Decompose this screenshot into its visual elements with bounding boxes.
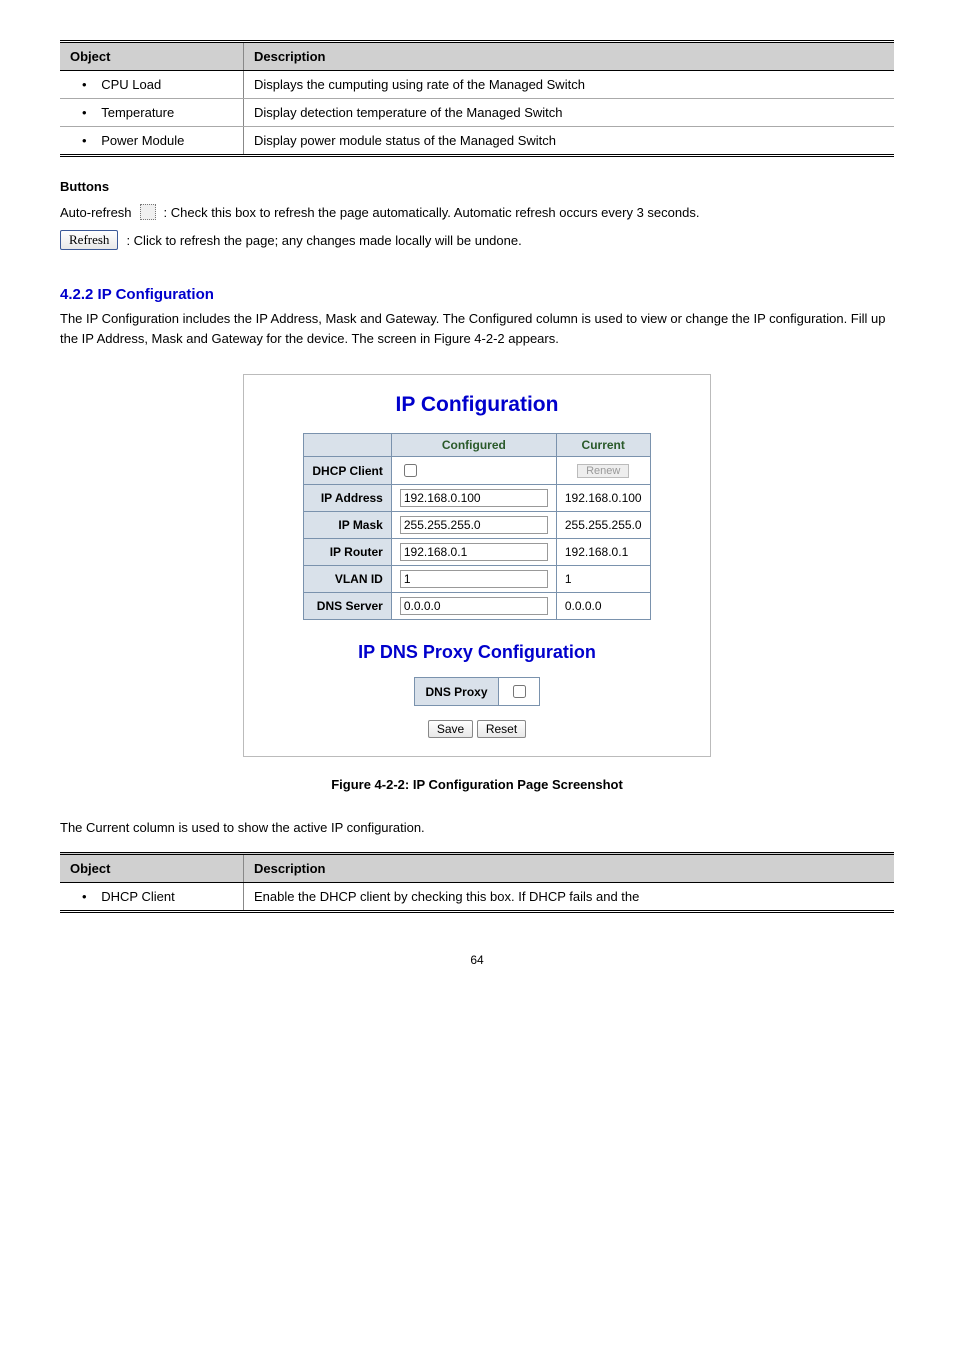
table-row-desc: Display detection temperature of the Man… bbox=[243, 99, 894, 127]
top-parameter-table: Object Description • CPU Load Displays t… bbox=[60, 40, 894, 157]
table-row-desc: Display power module status of the Manag… bbox=[243, 127, 894, 156]
top-table-header-object: Object bbox=[60, 42, 243, 71]
top-table-header-description: Description bbox=[243, 42, 894, 71]
row-label-dns-server: DNS Server bbox=[304, 593, 391, 620]
ip-config-table: Configured Current DHCP Client Renew IP … bbox=[303, 433, 650, 620]
table-row-object: • Temperature bbox=[60, 99, 243, 127]
row-label-vlan-id: VLAN ID bbox=[304, 566, 391, 593]
ip-mask-input[interactable] bbox=[400, 516, 548, 534]
dhcp-client-checkbox[interactable] bbox=[404, 464, 417, 477]
ipcfg-header-configured: Configured bbox=[391, 434, 556, 457]
reset-button[interactable]: Reset bbox=[477, 720, 526, 738]
figure-caption: Figure 4-2-2: IP Configuration Page Scre… bbox=[60, 777, 894, 792]
row-label-ip-address: IP Address bbox=[304, 485, 391, 512]
page-number: 64 bbox=[60, 953, 894, 967]
row-label-ip-router: IP Router bbox=[304, 539, 391, 566]
ipcfg-header-blank bbox=[304, 434, 391, 457]
ip-address-current: 192.168.0.100 bbox=[556, 485, 650, 512]
bottom-table-header-object: Object bbox=[60, 853, 243, 882]
dns-proxy-checkbox[interactable] bbox=[513, 685, 526, 698]
table-row-object: • DHCP Client bbox=[60, 882, 243, 911]
table-row-desc: Enable the DHCP client by checking this … bbox=[243, 882, 894, 911]
renew-button[interactable]: Renew bbox=[577, 464, 629, 478]
auto-refresh-prefix: Auto-refresh bbox=[60, 205, 132, 220]
auto-refresh-suffix: : Check this box to refresh the page aut… bbox=[164, 205, 700, 220]
row-label-ip-mask: IP Mask bbox=[304, 512, 391, 539]
refresh-button-graphic: Refresh bbox=[60, 230, 118, 250]
bottom-table-header-description: Description bbox=[243, 853, 894, 882]
ip-router-input[interactable] bbox=[400, 543, 548, 561]
vlan-id-current: 1 bbox=[556, 566, 650, 593]
ip-address-input[interactable] bbox=[400, 489, 548, 507]
current-column-paragraph: The Current column is used to show the a… bbox=[60, 818, 894, 838]
table-row-desc: Displays the cumputing using rate of the… bbox=[243, 71, 894, 99]
table-row-object: • Power Module bbox=[60, 127, 243, 156]
table-row-object: • CPU Load bbox=[60, 71, 243, 99]
ip-router-current: 192.168.0.1 bbox=[556, 539, 650, 566]
figure-title-dns-proxy: IP DNS Proxy Configuration bbox=[272, 642, 682, 663]
vlan-id-input[interactable] bbox=[400, 570, 548, 588]
buttons-heading: Buttons bbox=[60, 179, 894, 194]
section-paragraph: The IP Configuration includes the IP Add… bbox=[60, 309, 894, 348]
bottom-parameter-table: Object Description • DHCP Client Enable … bbox=[60, 852, 894, 913]
dns-server-input[interactable] bbox=[400, 597, 548, 615]
auto-refresh-line: Auto-refresh : Check this box to refresh… bbox=[60, 204, 894, 220]
dns-server-current: 0.0.0.0 bbox=[556, 593, 650, 620]
dns-proxy-label: DNS Proxy bbox=[415, 678, 498, 706]
refresh-suffix: : Click to refresh the page; any changes… bbox=[126, 233, 521, 248]
section-title: 4.2.2 IP Configuration bbox=[60, 286, 894, 303]
dns-proxy-table: DNS Proxy bbox=[414, 677, 539, 706]
save-button[interactable]: Save bbox=[428, 720, 473, 738]
ipcfg-header-current: Current bbox=[556, 434, 650, 457]
refresh-line: Refresh : Click to refresh the page; any… bbox=[60, 230, 894, 250]
figure-title: IP Configuration bbox=[272, 393, 682, 417]
auto-refresh-checkbox-icon bbox=[140, 204, 156, 220]
ip-config-figure: IP Configuration Configured Current DHCP… bbox=[243, 374, 711, 757]
row-label-dhcp: DHCP Client bbox=[304, 457, 391, 485]
ip-mask-current: 255.255.255.0 bbox=[556, 512, 650, 539]
